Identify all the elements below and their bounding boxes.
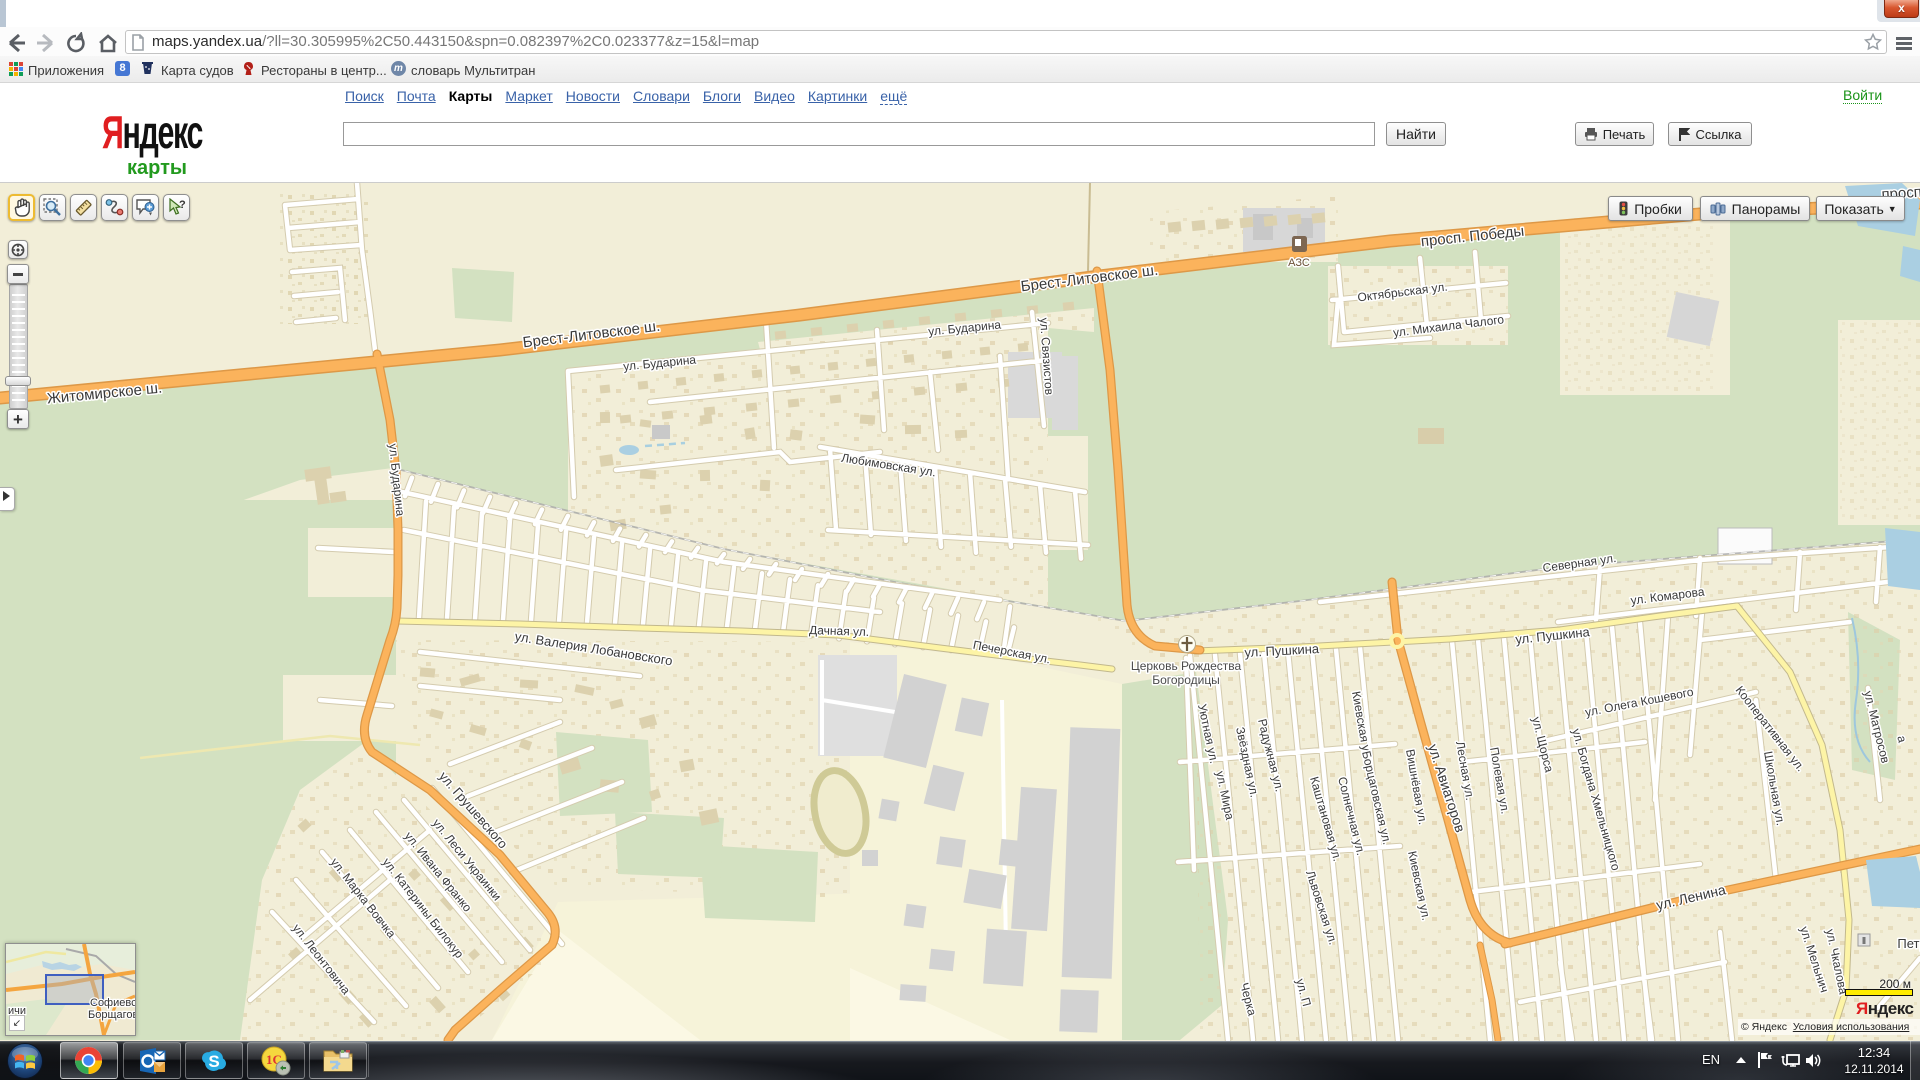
svg-text:АЗС: АЗС [1288,257,1310,269]
svg-text:Петр: Петр [1897,936,1920,951]
svg-text:S: S [208,1052,219,1071]
svg-text:?: ? [179,199,186,211]
svg-text:Борщагов: Борщагов [88,1009,135,1021]
svg-text:Софиевс: Софиевс [90,997,135,1009]
svg-text:Богородицы: Богородицы [1152,673,1220,687]
svg-text:Церковь Рождества: Церковь Рождества [1131,659,1242,673]
svg-text:Дачная ул.: Дачная ул. [809,623,869,639]
